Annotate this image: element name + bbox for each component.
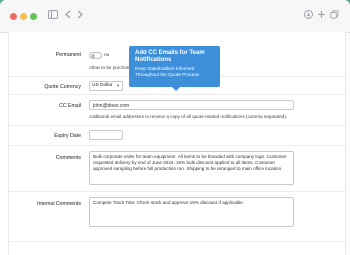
close-window-button[interactable] [10, 13, 17, 20]
comments-label: Comments [55, 155, 81, 161]
permanent-hint: Allow to be purchased [89, 65, 135, 70]
forward-arrow-icon[interactable] [77, 8, 83, 22]
permanent-label: Permanent [55, 52, 81, 58]
divider [9, 241, 345, 242]
quote-currency-select[interactable]: US Dollar ▼ [89, 81, 123, 91]
maximize-window-button[interactable] [30, 13, 37, 20]
internal-comments-textarea[interactable]: Compete Track Tote: Check stock and appr… [89, 197, 294, 227]
tooltip-body: Keep Stakeholders Informed Throughout th… [135, 66, 200, 77]
plus-icon[interactable] [317, 8, 326, 22]
divider [9, 125, 345, 126]
quote-currency-label: Quote Currency [44, 84, 81, 90]
quote-currency-value: US Dollar [92, 83, 113, 88]
comments-textarea[interactable]: Bulk corporate order for team equipment.… [89, 151, 294, 185]
back-arrow-icon[interactable] [65, 8, 71, 22]
cc-email-input[interactable]: john@does.com [89, 100, 294, 110]
chevron-down-icon: ▼ [116, 83, 120, 88]
internal-comments-label: Internal Comments [37, 201, 81, 207]
tooltip-title: Add CC Emails for Team Notifications [135, 50, 205, 63]
divider [9, 191, 345, 192]
divider [9, 145, 345, 146]
app-window: Permanent no Allow to be purchased Quote… [0, 0, 350, 255]
cc-email-label: CC Email [59, 103, 81, 109]
copy-icon[interactable] [330, 8, 339, 22]
download-icon[interactable] [304, 8, 313, 22]
permanent-toggle-value: no [104, 53, 110, 58]
expiry-date-label: Expiry Date [54, 133, 81, 139]
permanent-toggle[interactable] [89, 52, 102, 59]
tooltip-arrow [172, 87, 180, 91]
sidebar-toggle-icon[interactable] [48, 8, 58, 22]
expiry-date-input[interactable] [89, 130, 123, 140]
cc-email-tooltip: Add CC Emails for Team Notifications Kee… [129, 46, 220, 91]
title-bar [0, 0, 350, 33]
minimize-window-button[interactable] [20, 13, 27, 20]
cc-email-hint: Additional email addresses to receive a … [89, 114, 288, 119]
divider [9, 94, 345, 95]
